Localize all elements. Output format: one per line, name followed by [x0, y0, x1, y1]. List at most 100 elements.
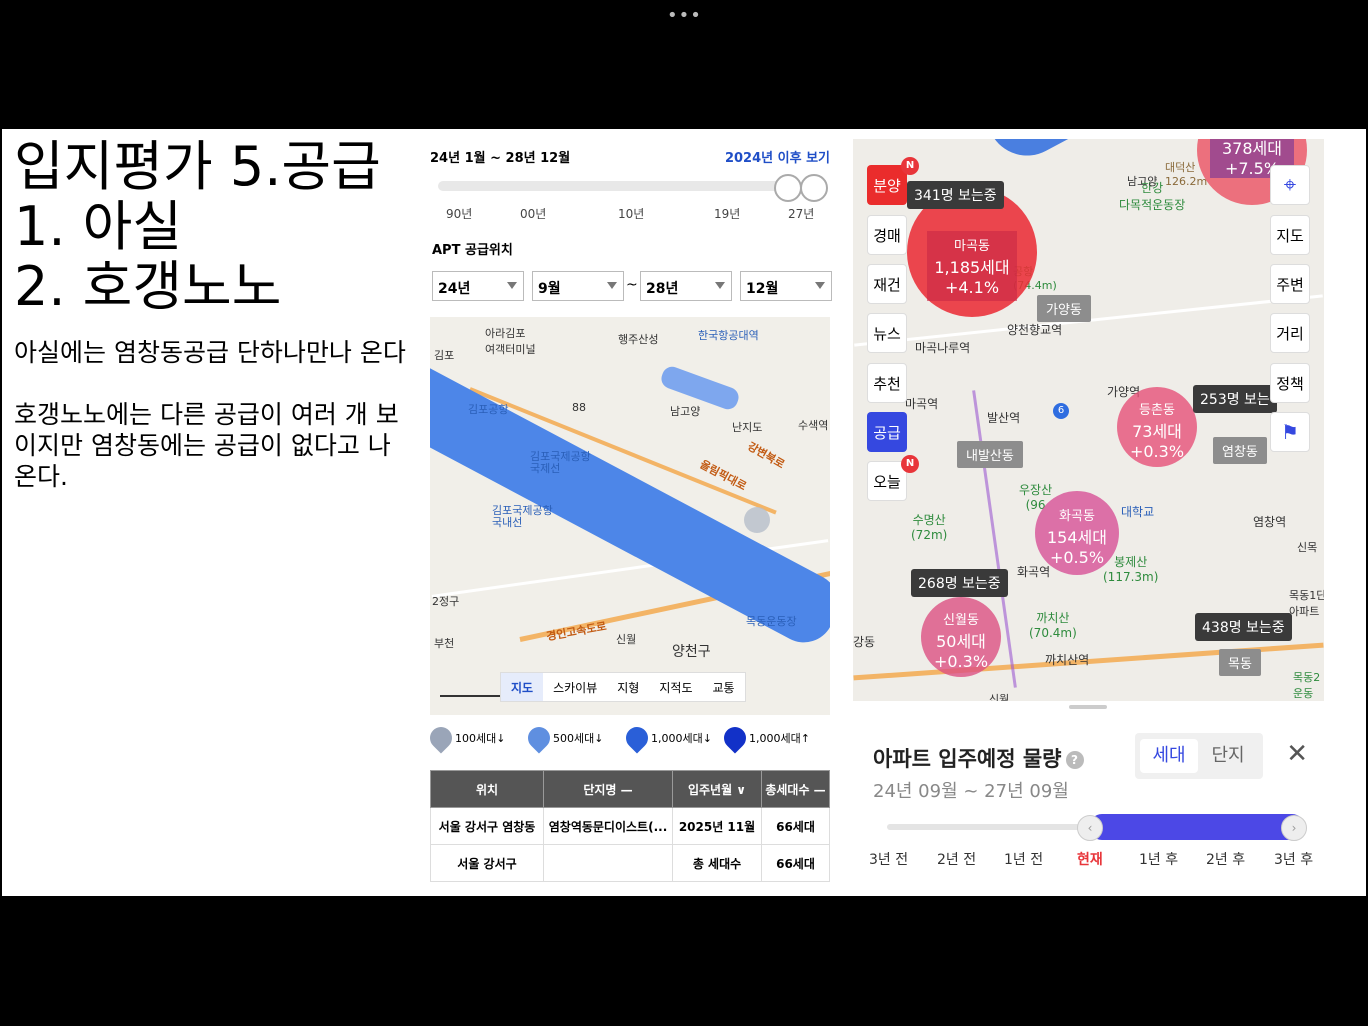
map-label: 남고양 — [1127, 175, 1158, 188]
cell: 66세대 — [761, 807, 830, 845]
tab-terrain[interactable]: 지형 — [607, 673, 649, 701]
sheet-title: 아파트 입주예정 물량? — [873, 743, 1084, 773]
map-label: 신목 — [1297, 541, 1318, 554]
filter-news-button[interactable]: 뉴스 — [867, 313, 907, 353]
timeline-range-fill[interactable] — [1089, 814, 1305, 840]
col-complex[interactable]: 단지명 — — [543, 770, 673, 808]
new-badge: N — [901, 455, 919, 473]
cell: 서울 강서구 염창동 — [430, 807, 544, 845]
unit-toggle: 세대 단지 — [1135, 733, 1263, 779]
select-value: 28년 — [646, 281, 679, 297]
map-label: 수명산 (72m) — [911, 513, 948, 542]
viewer-count-tip: 253명 보는 — [1193, 385, 1277, 413]
supply-pin-icon[interactable] — [744, 507, 770, 533]
supply-bubble-sinwol[interactable]: 신월동 50세대 +0.3% — [921, 597, 1001, 677]
nearby-button[interactable]: 주변 — [1270, 264, 1310, 304]
year-slider-knob-end[interactable] — [800, 174, 828, 202]
map-label: 까치산역 — [1045, 653, 1090, 667]
asil-map[interactable]: 아라김포 여객터미널 행주산성 한국항공대역 김포 김포공항 88 남고양 난지… — [430, 317, 830, 715]
year-slider-knob-start[interactable] — [774, 174, 802, 202]
tick-label: 90년 — [446, 207, 473, 221]
bubble-value: 1,185세대 — [934, 258, 1010, 277]
bubble-name: 등촌동 — [1139, 403, 1175, 418]
dong-label[interactable]: 가양동 — [1037, 295, 1091, 322]
bubble-pct: +0.5% — [1049, 548, 1105, 567]
map-type-button[interactable]: 지도 — [1270, 215, 1310, 255]
viewer-count-tip: 438명 보는중 — [1195, 613, 1292, 641]
close-icon[interactable]: ✕ — [1286, 739, 1308, 769]
end-year-select[interactable]: 28년 — [640, 271, 732, 301]
table-row: 서울 강서구 총 세대수 66세대 — [430, 844, 830, 882]
map-label: 아라김포 여객터미널 — [485, 327, 536, 356]
legend-item: 500세대↓ — [523, 722, 603, 754]
year-slider-track[interactable] — [438, 181, 798, 191]
start-month-select[interactable]: 9월 — [532, 271, 624, 301]
toggle-households[interactable]: 세대 — [1140, 739, 1198, 773]
filter-rebuild-button[interactable]: 재건 — [867, 264, 907, 304]
tab-skyview[interactable]: 스카이뷰 — [543, 673, 607, 701]
tab-traffic[interactable]: 교통 — [702, 673, 744, 701]
map-label: 난지도 — [732, 421, 763, 434]
caret-down-icon — [715, 282, 725, 289]
bubble-pct: +0.3% — [1129, 442, 1185, 461]
map-label: 양천구 — [672, 644, 711, 660]
filter-supply-button[interactable]: 공급 — [867, 412, 907, 452]
map-label: 신월 — [616, 633, 637, 646]
distance-button[interactable]: 거리 — [1270, 313, 1310, 353]
bubble-value: 378세대 — [1222, 139, 1282, 158]
bubble-pct: +0.3% — [933, 652, 989, 671]
bubble-value: 73세대 — [1132, 422, 1182, 441]
toggle-complex[interactable]: 단지 — [1199, 739, 1257, 773]
viewer-count-tip: 341명 보는중 — [907, 181, 1004, 209]
window-dots[interactable]: ••• — [667, 5, 702, 26]
filter-auction-button[interactable]: 경매 — [867, 215, 907, 255]
button-label: 뉴스 — [873, 324, 901, 343]
title-line: 1. 아실 — [14, 195, 183, 258]
start-year-select[interactable]: 24년 — [432, 271, 524, 301]
map-label: 한국항공대역 — [698, 329, 759, 342]
dong-label-yeomchang[interactable]: 염창동 — [1213, 437, 1267, 464]
map-label: 양천향교역 — [1007, 323, 1063, 337]
timeline-knob-end[interactable]: › — [1281, 815, 1307, 841]
col-units[interactable]: 총세대수 — — [761, 770, 830, 808]
cell: 서울 강서구 — [430, 844, 544, 882]
since-2024-link[interactable]: 2024년 이후 보기 — [725, 147, 830, 166]
filter-presale-button[interactable]: 분양 — [867, 165, 907, 205]
help-icon[interactable]: ? — [1065, 751, 1084, 769]
bubble-name: 신월동 — [943, 613, 979, 628]
cell: 총 세대수 — [672, 844, 762, 882]
caret-down-icon — [607, 282, 617, 289]
supply-bubble-deungchon[interactable]: 등촌동 73세대 +0.3% — [1117, 387, 1197, 467]
supply-bubble-hwagok[interactable]: 화곡동 154세대 +0.5% — [1035, 491, 1119, 575]
table-row[interactable]: 서울 강서구 염창동 염창역동문디이스트(... 2025년 11월 66세대 — [430, 807, 830, 845]
asil-panel: 24년 1월 ~ 28년 12월 2024년 이후 보기 90년 00년 10년… — [425, 129, 832, 896]
flag-icon[interactable]: ⚑ — [1270, 412, 1310, 452]
cell: 66세대 — [761, 844, 830, 882]
pin-icon — [425, 722, 457, 754]
timeline-knob-start[interactable]: ‹ — [1077, 815, 1103, 841]
locate-icon[interactable]: ⌖ — [1270, 165, 1310, 205]
col-move-in[interactable]: 입주년월 ∨ — [672, 770, 762, 808]
range-text: 24년 1월 ~ 28년 12월 — [430, 151, 571, 166]
tab-cadastral[interactable]: 지적도 — [649, 673, 702, 701]
dong-label[interactable]: 내발산동 — [957, 441, 1023, 468]
end-month-select[interactable]: 12월 — [740, 271, 832, 301]
slide-title: 입지평가 5.공급 1. 아실 2. 호갱노노 — [14, 137, 381, 317]
col-location[interactable]: 위치 — [430, 770, 544, 808]
policy-button[interactable]: 정책 — [1270, 363, 1310, 403]
bubble-value: 50세대 — [936, 632, 986, 651]
map-label: 2정구 — [432, 595, 460, 608]
body-paragraph: 아실에는 염창동공급 단하나만나 온다 — [14, 338, 406, 367]
button-label: 분양 — [873, 176, 901, 195]
map-label: 마곡역 — [905, 397, 939, 411]
sheet-drag-handle[interactable] — [1069, 705, 1107, 709]
dong-label[interactable]: 목동 — [1219, 649, 1261, 676]
hogang-map[interactable]: 한강 다목적운동장 양천향교역 마곡나루역 마곡역 발산역 가양역 우장산 (9… — [853, 139, 1324, 701]
map-label: 김포공항 — [468, 403, 509, 416]
map-label: 목동1단 아파트 — [1289, 589, 1324, 618]
tab-map[interactable]: 지도 — [501, 673, 544, 701]
bubble-name: 마곡동 — [954, 239, 990, 254]
filter-recommend-button[interactable]: 추천 — [867, 363, 907, 403]
viewer-count-tip: 268명 보는중 — [911, 569, 1008, 597]
legend-item: 1,000세대↑ — [719, 722, 810, 754]
